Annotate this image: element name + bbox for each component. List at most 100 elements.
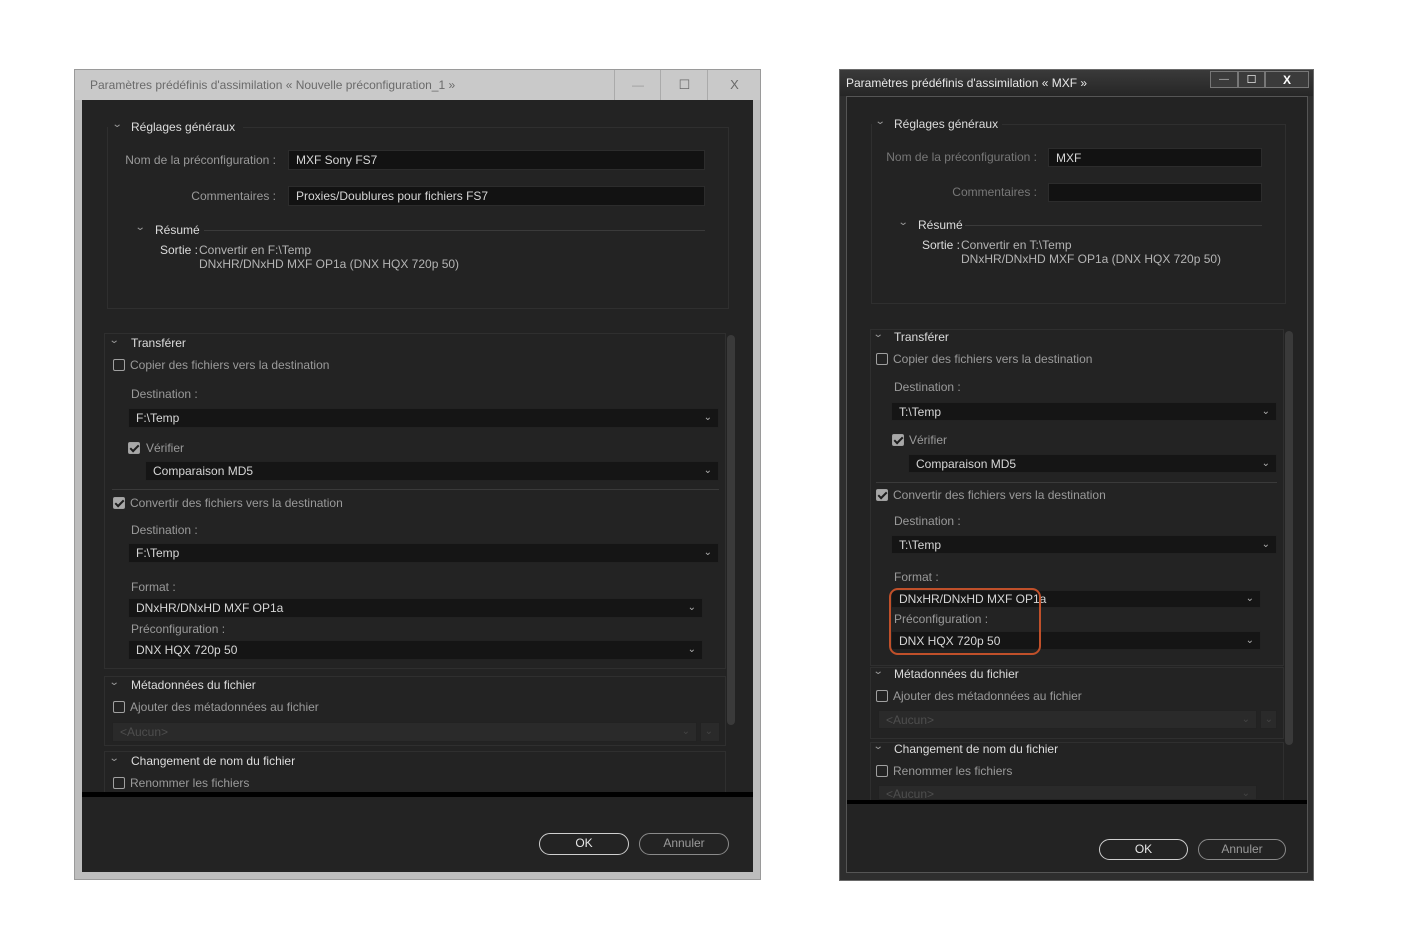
- chevron-down-icon[interactable]: ⌄: [873, 665, 884, 679]
- left-metadata-header[interactable]: Métadonnées du fichier: [131, 678, 256, 692]
- left-ok-button[interactable]: OK: [539, 833, 629, 855]
- chevron-down-icon: ⌄: [1241, 788, 1250, 799]
- left-add-metadata-label[interactable]: Ajouter des métadonnées au fichier: [130, 700, 319, 714]
- right-summary-divider: [965, 225, 1262, 226]
- left-output-line1: Convertir en F:\Temp: [199, 243, 312, 257]
- left-copy-label[interactable]: Copier des fichiers vers la destination: [130, 358, 329, 372]
- left-verify-select[interactable]: Comparaison MD5 ⌄: [145, 461, 719, 481]
- chevron-down-icon: ⌄: [1261, 458, 1270, 469]
- right-ok-button[interactable]: OK: [1099, 839, 1188, 860]
- left-maximize-button[interactable]: ☐: [660, 70, 708, 100]
- chevron-down-icon[interactable]: ⌄: [875, 115, 886, 129]
- chevron-down-icon: ⌄: [1245, 635, 1254, 646]
- right-copy-checkbox[interactable]: [876, 353, 888, 365]
- right-transfer-divider: [876, 482, 1277, 483]
- left-verify-label[interactable]: Vérifier: [146, 441, 184, 455]
- left-general-header[interactable]: Réglages généraux: [131, 120, 235, 134]
- chevron-down-icon[interactable]: ⌄: [898, 216, 909, 230]
- left-name-label: Nom de la préconfiguration :: [125, 153, 276, 167]
- right-verify-checkbox[interactable]: [892, 434, 904, 446]
- chevron-down-icon[interactable]: ⌄: [109, 676, 120, 690]
- left-metadata-value: <Aucun>: [120, 725, 169, 739]
- right-output-line1: Convertir en T:\Temp: [961, 238, 1072, 252]
- left-preset-value: DNX HQX 720p 50: [136, 643, 238, 657]
- chevron-down-icon: ⌄: [703, 412, 712, 423]
- right-rename-label[interactable]: Renommer les fichiers: [893, 764, 1012, 778]
- left-convert-label[interactable]: Convertir des fichiers vers la destinati…: [130, 496, 343, 510]
- right-name-label: Nom de la préconfiguration :: [886, 150, 1037, 164]
- right-general-header[interactable]: Réglages généraux: [894, 117, 998, 131]
- chevron-down-icon: ⌄: [687, 602, 696, 613]
- left-preset-select[interactable]: DNX HQX 720p 50 ⌄: [128, 640, 703, 660]
- right-summary-header[interactable]: Résumé: [918, 218, 963, 232]
- left-minimize-button[interactable]: —: [614, 70, 661, 100]
- chevron-down-icon: ⌄: [1264, 714, 1273, 725]
- chevron-down-icon: ⌄: [704, 726, 713, 737]
- left-metadata-select[interactable]: <Aucun> ⌄: [112, 722, 697, 742]
- right-verify-value: Comparaison MD5: [916, 457, 1017, 471]
- right-rename-header[interactable]: Changement de nom du fichier: [894, 742, 1058, 756]
- left-format-value: DNxHR/DNxHD MXF OP1a: [136, 601, 284, 615]
- left-close-button[interactable]: X: [707, 70, 761, 100]
- right-name-input[interactable]: MXF: [1048, 148, 1262, 167]
- left-comments-input[interactable]: Proxies/Doublures pour fichiers FS7: [288, 186, 705, 206]
- right-rename-value: <Aucun>: [886, 787, 935, 800]
- left-preset-label: Préconfiguration :: [131, 622, 226, 636]
- left-destination-select[interactable]: F:\Temp ⌄: [128, 408, 719, 428]
- right-metadata-header[interactable]: Métadonnées du fichier: [894, 667, 1019, 681]
- chevron-down-icon[interactable]: ⌄: [109, 752, 120, 766]
- right-copy-label[interactable]: Copier des fichiers vers la destination: [893, 352, 1092, 366]
- left-rename-label[interactable]: Renommer les fichiers: [130, 776, 249, 790]
- left-comments-label: Commentaires :: [191, 189, 276, 203]
- left-verify-checkbox[interactable]: [128, 442, 140, 454]
- right-rename-select[interactable]: <Aucun> ⌄: [878, 785, 1257, 800]
- left-footer: [82, 792, 753, 872]
- left-destination2-select[interactable]: F:\Temp ⌄: [128, 543, 719, 563]
- right-metadata-options-button[interactable]: ⌄: [1260, 710, 1277, 729]
- right-close-button[interactable]: X: [1265, 71, 1309, 88]
- left-copy-checkbox[interactable]: [113, 359, 125, 371]
- right-maximize-button[interactable]: ☐: [1238, 71, 1265, 88]
- left-metadata-options-button[interactable]: ⌄: [700, 722, 720, 742]
- chevron-down-icon: ⌄: [1241, 714, 1250, 725]
- right-scrollbar[interactable]: [1285, 331, 1293, 745]
- left-cancel-button[interactable]: Annuler: [639, 833, 729, 855]
- right-destination-value: T:\Temp: [899, 405, 942, 419]
- right-destination2-select[interactable]: T:\Temp ⌄: [891, 535, 1277, 554]
- right-verify-label[interactable]: Vérifier: [909, 433, 947, 447]
- right-convert-label[interactable]: Convertir des fichiers vers la destinati…: [893, 488, 1106, 502]
- right-destination-select[interactable]: T:\Temp ⌄: [891, 402, 1277, 421]
- left-format-select[interactable]: DNxHR/DNxHD MXF OP1a ⌄: [128, 598, 703, 618]
- right-transfer-header[interactable]: Transférer: [894, 330, 949, 344]
- chevron-down-icon[interactable]: ⌄: [135, 221, 146, 235]
- right-rename-checkbox[interactable]: [876, 765, 888, 777]
- left-destination2-label: Destination :: [131, 523, 198, 537]
- left-verify-value: Comparaison MD5: [153, 464, 254, 478]
- left-transfer-header[interactable]: Transférer: [131, 336, 186, 350]
- chevron-down-icon[interactable]: ⌄: [109, 334, 120, 348]
- left-rename-header[interactable]: Changement de nom du fichier: [131, 754, 295, 768]
- right-add-metadata-checkbox[interactable]: [876, 690, 888, 702]
- left-transfer-divider: [112, 489, 719, 490]
- right-format-label: Format :: [894, 570, 939, 584]
- right-verify-select[interactable]: Comparaison MD5 ⌄: [908, 454, 1277, 473]
- right-cancel-button[interactable]: Annuler: [1198, 839, 1286, 860]
- chevron-down-icon[interactable]: ⌄: [112, 118, 123, 132]
- chevron-down-icon[interactable]: ⌄: [873, 740, 884, 754]
- close-icon: X: [1282, 73, 1291, 87]
- chevron-down-icon[interactable]: ⌄: [873, 328, 884, 342]
- left-summary-header[interactable]: Résumé: [155, 223, 200, 237]
- right-convert-checkbox[interactable]: [876, 489, 888, 501]
- left-add-metadata-checkbox[interactable]: [113, 701, 125, 713]
- left-convert-checkbox[interactable]: [113, 497, 125, 509]
- left-scrollbar[interactable]: [727, 335, 735, 725]
- left-name-input[interactable]: MXF Sony FS7: [288, 150, 705, 170]
- minimize-icon: —: [1219, 74, 1229, 85]
- right-minimize-button[interactable]: —: [1210, 71, 1238, 88]
- right-dialog-title: Paramètres prédéfinis d'assimilation « M…: [846, 76, 1088, 90]
- right-add-metadata-label[interactable]: Ajouter des métadonnées au fichier: [893, 689, 1082, 703]
- chevron-down-icon: ⌄: [1245, 593, 1254, 604]
- right-comments-input[interactable]: [1048, 183, 1262, 202]
- left-rename-checkbox[interactable]: [113, 777, 125, 789]
- right-metadata-select[interactable]: <Aucun> ⌄: [878, 710, 1257, 729]
